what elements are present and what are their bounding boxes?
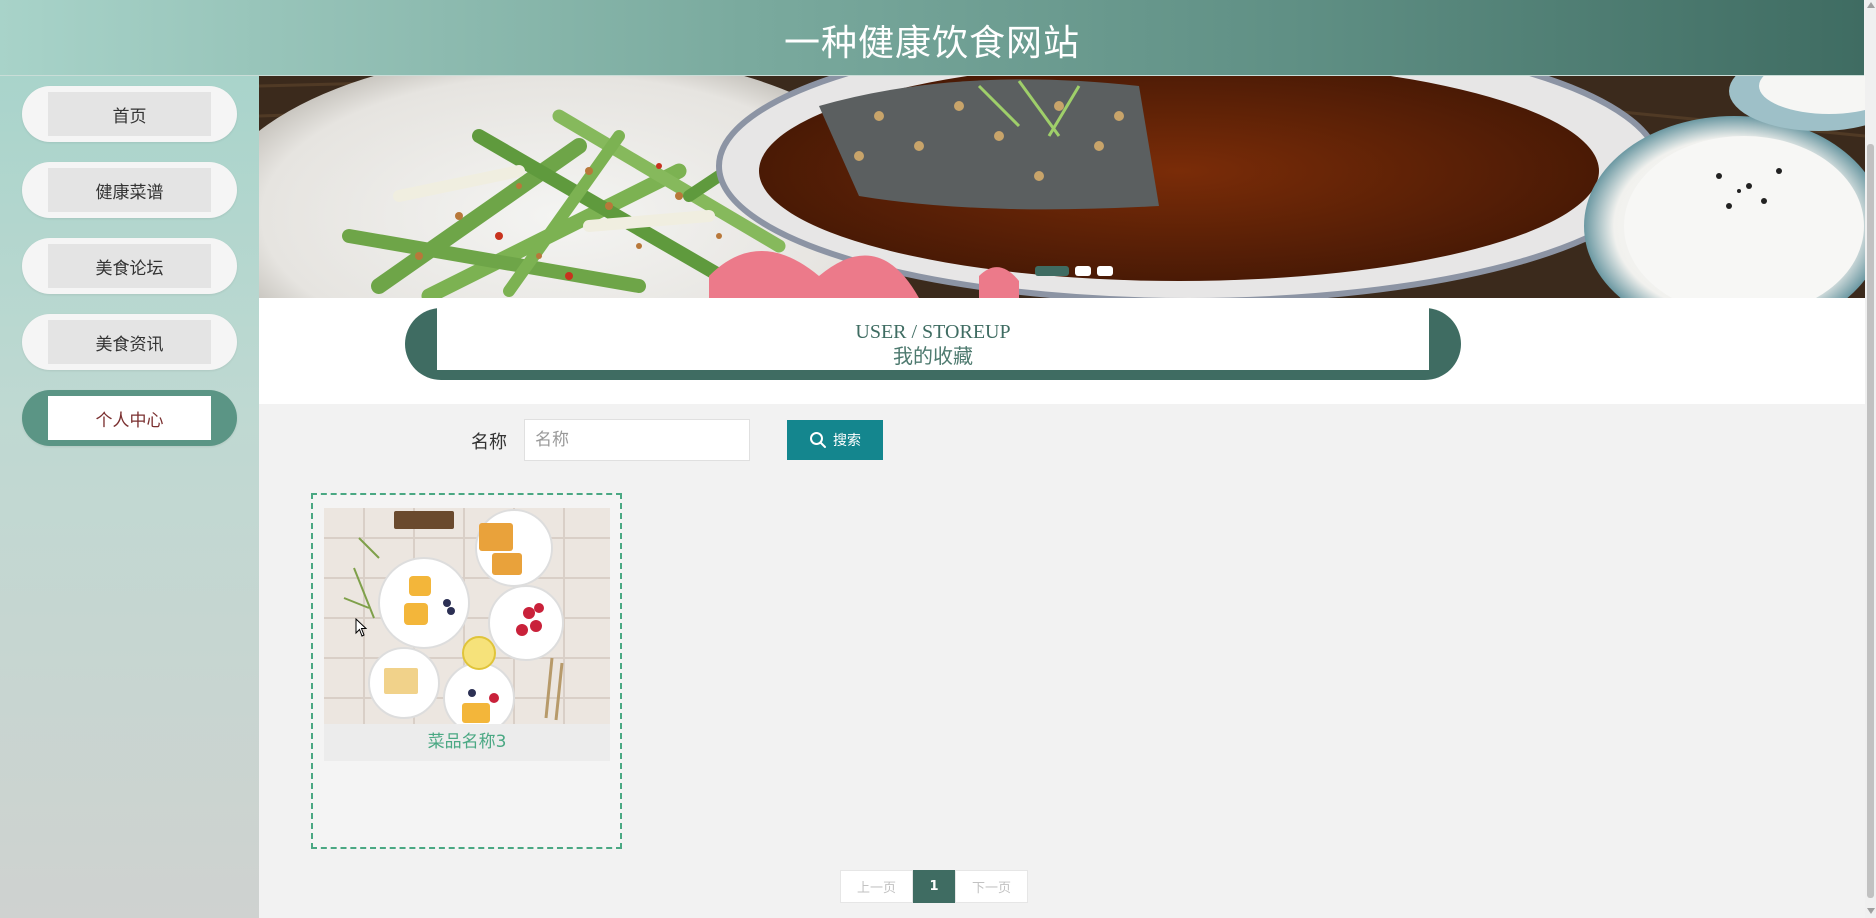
site-header: 一种健康饮食网站 <box>0 0 1864 76</box>
page-scrollbar[interactable] <box>1865 0 1876 918</box>
scroll-up-icon[interactable] <box>1867 2 1875 8</box>
sidebar-item-food-news[interactable]: 美食资讯 <box>22 314 237 370</box>
section-title-en: USER / STOREUP <box>855 321 1011 343</box>
carousel-dot-3[interactable] <box>1097 266 1113 276</box>
pagination: 上一页 1 下一页 <box>840 870 1028 903</box>
site-title: 一种健康饮食网站 <box>783 23 1080 64</box>
sidebar-item-label: 健康菜谱 <box>48 168 211 212</box>
carousel-dot-2[interactable] <box>1075 266 1091 276</box>
sidebar-item-healthy-recipes[interactable]: 健康菜谱 <box>22 162 237 218</box>
sidebar-item-home[interactable]: 首页 <box>22 86 237 142</box>
scroll-thumb[interactable] <box>1867 144 1874 898</box>
carousel-indicators <box>1035 266 1113 276</box>
search-icon <box>809 431 827 449</box>
dish-name: 菜品名称3 <box>324 724 610 761</box>
search-button-label: 搜索 <box>833 433 861 449</box>
sidebar-item-label: 美食资讯 <box>48 320 211 364</box>
sidebar-item-label: 美食论坛 <box>48 244 211 288</box>
name-search-input[interactable] <box>524 419 750 461</box>
sidebar-nav: 首页 健康菜谱 美食论坛 美食资讯 个人中心 <box>0 76 259 918</box>
banner-carousel[interactable] <box>259 76 1865 298</box>
page-number-button[interactable]: 1 <box>913 870 955 903</box>
search-button[interactable]: 搜索 <box>787 420 883 460</box>
banner-food-image <box>259 76 1865 298</box>
search-label: 名称 <box>471 432 507 453</box>
sidebar-item-label: 首页 <box>48 92 211 136</box>
section-title-cn: 我的收藏 <box>893 344 973 368</box>
section-title-inner: USER / STOREUP 我的收藏 <box>437 308 1429 370</box>
section-title-area: USER / STOREUP 我的收藏 <box>259 298 1865 404</box>
carousel-dot-1[interactable] <box>1035 266 1069 276</box>
sidebar-item-personal-center[interactable]: 个人中心 <box>22 390 237 446</box>
next-page-button[interactable]: 下一页 <box>955 870 1028 903</box>
mouse-cursor-icon <box>355 617 369 642</box>
scroll-down-icon[interactable] <box>1867 908 1875 914</box>
sidebar-item-label: 个人中心 <box>48 396 211 440</box>
section-title-box: USER / STOREUP 我的收藏 <box>405 308 1461 380</box>
dish-image <box>324 508 610 724</box>
prev-page-button[interactable]: 上一页 <box>840 870 913 903</box>
sidebar-item-food-forum[interactable]: 美食论坛 <box>22 238 237 294</box>
favorite-card[interactable]: 菜品名称3 <box>311 493 622 849</box>
